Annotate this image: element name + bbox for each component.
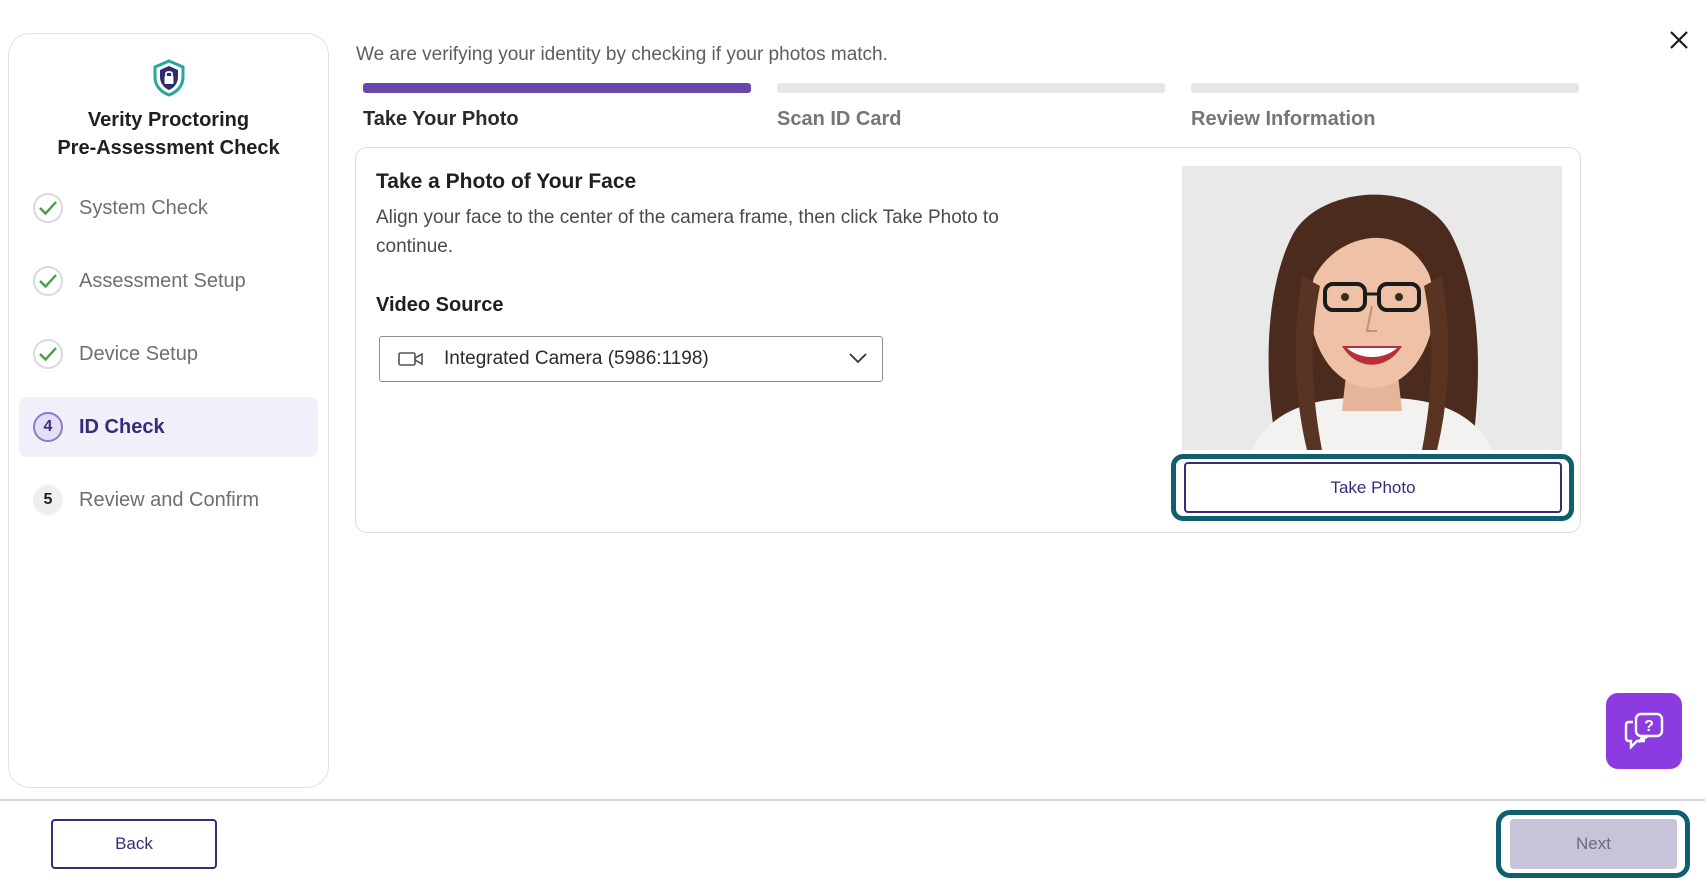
check-icon bbox=[33, 339, 63, 369]
step-label: ID Check bbox=[79, 415, 165, 438]
back-button[interactable]: Back bbox=[51, 819, 217, 869]
progress-bar-take-photo bbox=[363, 83, 751, 93]
sidebar-item-system-check[interactable]: System Check bbox=[19, 178, 318, 238]
take-photo-button[interactable]: Take Photo bbox=[1184, 462, 1562, 513]
steps-list: System Check Assessment Setup Device Set… bbox=[9, 178, 328, 530]
brand-title-line2: Pre-Assessment Check bbox=[57, 137, 280, 159]
sidebar-item-device-setup[interactable]: Device Setup bbox=[19, 324, 318, 384]
video-camera-icon bbox=[398, 352, 423, 366]
chat-question-icon: ? bbox=[1624, 712, 1664, 750]
next-button[interactable]: Next bbox=[1510, 819, 1677, 869]
video-source-select[interactable]: Integrated Camera (5986:1198) bbox=[379, 336, 883, 382]
check-icon bbox=[33, 266, 63, 296]
step-label: Device Setup bbox=[79, 342, 198, 365]
brand: Verity Proctoring Pre-Assessment Check bbox=[9, 34, 328, 162]
svg-text:?: ? bbox=[1644, 718, 1654, 735]
video-source-value: Integrated Camera (5986:1198) bbox=[444, 348, 709, 369]
step-number: 4 bbox=[33, 412, 63, 442]
progress-bar-review bbox=[1191, 83, 1579, 93]
tab-review-information: Review Information bbox=[1191, 108, 1376, 130]
sidebar: Verity Proctoring Pre-Assessment Check S… bbox=[8, 33, 329, 788]
brand-title-line1: Verity Proctoring bbox=[87, 109, 250, 131]
video-source-label: Video Source bbox=[376, 294, 504, 316]
camera-preview-image bbox=[1182, 166, 1562, 450]
intro-text: We are verifying your identity by checki… bbox=[356, 44, 888, 65]
progress-fill bbox=[363, 83, 751, 93]
photo-card: Take a Photo of Your Face Align your fac… bbox=[355, 147, 1581, 533]
tab-take-your-photo: Take Your Photo bbox=[363, 108, 519, 130]
sidebar-item-id-check[interactable]: 4 ID Check bbox=[19, 397, 318, 457]
step-label: Assessment Setup bbox=[79, 269, 246, 292]
check-icon bbox=[33, 193, 63, 223]
help-button[interactable]: ? bbox=[1606, 693, 1682, 769]
footer-divider bbox=[0, 799, 1705, 801]
progress-bar-scan-id bbox=[777, 83, 1165, 93]
sidebar-item-assessment-setup[interactable]: Assessment Setup bbox=[19, 251, 318, 311]
step-number: 5 bbox=[33, 485, 63, 515]
sidebar-item-review-and-confirm[interactable]: 5 Review and Confirm bbox=[19, 470, 318, 530]
shield-lock-icon bbox=[153, 59, 184, 97]
card-title: Take a Photo of Your Face bbox=[376, 170, 637, 193]
close-icon[interactable] bbox=[1668, 29, 1690, 51]
card-description: Align your face to the center of the cam… bbox=[376, 207, 999, 257]
camera-preview bbox=[1182, 166, 1562, 450]
chevron-down-icon bbox=[849, 353, 867, 364]
step-label: Review and Confirm bbox=[79, 488, 260, 511]
tab-scan-id-card: Scan ID Card bbox=[777, 108, 902, 130]
step-label: System Check bbox=[79, 196, 208, 219]
